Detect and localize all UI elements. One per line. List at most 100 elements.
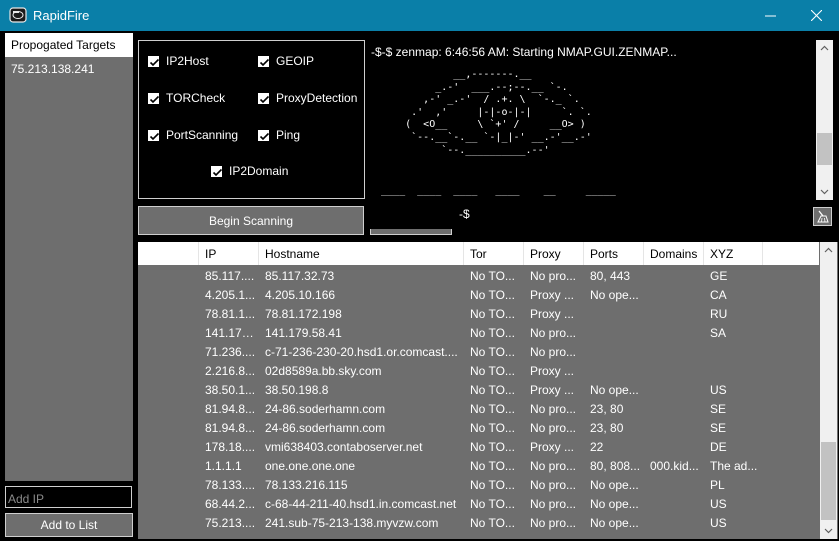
cell-ip[interactable]: 4.205.1... (205, 288, 257, 302)
cell-ip[interactable]: 178.18.... (205, 440, 257, 454)
table-row[interactable]: 71.236.... c-71-236-230-20.hsd1.or.comcas… (138, 343, 819, 362)
ip2domain-checkbox[interactable] (211, 165, 223, 177)
cell-hostname[interactable]: 241.sub-75-213-138.myvzw.com (265, 516, 460, 530)
ip2host-checkbox[interactable] (148, 55, 160, 67)
cell-hostname[interactable]: 4.205.10.166 (265, 288, 460, 302)
torcheck-option[interactable]: TORCheck (148, 91, 225, 105)
cell-ports[interactable]: No ope... (590, 478, 642, 492)
cell-xyz[interactable]: PL (710, 478, 760, 492)
cell-xyz[interactable]: GE (710, 269, 760, 283)
geoip-checkbox[interactable] (258, 55, 270, 67)
cell-hostname[interactable]: c-71-236-230-20.hsd1.or.comcast.... (265, 345, 460, 359)
scroll-up-icon[interactable] (824, 246, 833, 255)
cell-proxy[interactable]: No pro... (530, 421, 582, 435)
target-list-item[interactable]: 75.213.138.241 (11, 62, 94, 76)
cell-proxy[interactable]: No pro... (530, 345, 582, 359)
torcheck-checkbox[interactable] (148, 92, 160, 104)
ip2host-option[interactable]: IP2Host (148, 54, 209, 68)
cell-hostname[interactable]: c-68-44-211-40.hsd1.in.comcast.net (265, 497, 460, 511)
cell-proxy[interactable]: No pro... (530, 402, 582, 416)
column-header-xyz[interactable]: XYZ (704, 242, 763, 265)
cell-proxy[interactable]: Proxy ... (530, 440, 582, 454)
cell-tor[interactable]: No TO... (470, 497, 522, 511)
cell-proxy[interactable]: No pro... (530, 478, 582, 492)
table-row[interactable]: 75.213.... 241.sub-75-213-138.myvzw.com No… (138, 514, 819, 533)
cell-xyz[interactable]: US (710, 383, 760, 397)
cell-tor[interactable]: No TO... (470, 326, 522, 340)
cell-tor[interactable]: No TO... (470, 383, 522, 397)
cell-tor[interactable]: No TO... (470, 307, 522, 321)
cell-proxy[interactable]: No pro... (530, 269, 582, 283)
table-scroll-thumb[interactable] (821, 442, 836, 520)
cell-proxy[interactable]: Proxy ... (530, 383, 582, 397)
cell-xyz[interactable]: SA (710, 326, 760, 340)
cell-ip[interactable]: 141.179.... (205, 326, 257, 340)
cell-ip[interactable]: 78.81.1... (205, 307, 257, 321)
cell-tor[interactable]: No TO... (470, 459, 522, 473)
cell-hostname[interactable]: 24-86.soderhamn.com (265, 421, 460, 435)
cell-ports[interactable]: 23, 80 (590, 402, 642, 416)
cell-proxy[interactable]: Proxy ... (530, 307, 582, 321)
clear-terminal-button[interactable] (813, 207, 832, 226)
table-row[interactable]: 81.94.8... 24-86.soderhamn.com No TO... No … (138, 400, 819, 419)
ping-checkbox[interactable] (258, 129, 270, 141)
column-header-tor[interactable]: Tor (464, 242, 524, 265)
cell-ports[interactable]: 80, 443 (590, 269, 642, 283)
scroll-down-icon[interactable] (820, 187, 829, 196)
cell-ip[interactable]: 38.50.1... (205, 383, 257, 397)
cell-ports[interactable]: No ope... (590, 516, 642, 530)
scroll-up-icon[interactable] (820, 44, 829, 53)
cell-xyz[interactable]: SE (710, 402, 760, 416)
add-to-list-button[interactable]: Add to List (5, 513, 133, 537)
cell-proxy[interactable]: Proxy ... (530, 288, 582, 302)
cell-ip[interactable]: 71.236.... (205, 345, 257, 359)
cell-hostname[interactable]: 141.179.58.41 (265, 326, 460, 340)
table-row[interactable]: 68.44.2... c-68-44-211-40.hsd1.in.comcast… (138, 495, 819, 514)
table-scrollbar[interactable] (820, 242, 837, 539)
column-header-ports[interactable]: Ports (584, 242, 644, 265)
proxydetection-option[interactable]: ProxyDetection (258, 91, 357, 105)
cell-xyz[interactable]: US (710, 497, 760, 511)
ip2domain-option[interactable]: IP2Domain (211, 164, 288, 178)
cell-tor[interactable]: No TO... (470, 516, 522, 530)
cell-xyz[interactable]: The ad... (710, 459, 760, 473)
cell-ip[interactable]: 1.1.1.1 (205, 459, 257, 473)
cell-xyz[interactable]: CA (710, 288, 760, 302)
cell-hostname[interactable]: one.one.one.one (265, 459, 460, 473)
cell-tor[interactable]: No TO... (470, 421, 522, 435)
cell-ip[interactable]: 75.213.... (205, 516, 257, 530)
cell-ports[interactable]: 80, 808... (590, 459, 642, 473)
cell-ports[interactable]: 23, 80 (590, 421, 642, 435)
cell-hostname[interactable]: 78.133.216.115 (265, 478, 460, 492)
cell-hostname[interactable]: 24-86.soderhamn.com (265, 402, 460, 416)
cell-tor[interactable]: No TO... (470, 440, 522, 454)
cell-xyz[interactable]: US (710, 516, 760, 530)
geoip-option[interactable]: GEOIP (258, 54, 314, 68)
table-row[interactable]: 85.117.... 85.117.32.73 No TO... No pro... 8… (138, 267, 819, 286)
cell-domains[interactable]: 000.kid... (650, 459, 702, 473)
cell-proxy[interactable]: No pro... (530, 459, 582, 473)
cell-ip[interactable]: 85.117.... (205, 269, 257, 283)
cell-xyz[interactable]: RU (710, 307, 760, 321)
cell-ip[interactable]: 81.94.8... (205, 402, 257, 416)
cell-proxy[interactable]: No pro... (530, 497, 582, 511)
cell-proxy[interactable]: No pro... (530, 326, 582, 340)
cell-ip[interactable]: 78.133.... (205, 478, 257, 492)
table-row[interactable]: 4.205.1... 4.205.10.166 No TO... Proxy ... N… (138, 286, 819, 305)
column-header-hostname[interactable]: Hostname (259, 242, 464, 265)
terminal-output[interactable]: -$-$ zenmap: 6:46:56 AM: Starting NMAP.G… (369, 39, 815, 229)
proxydetection-checkbox[interactable] (258, 92, 270, 104)
column-header-ip[interactable]: IP (199, 242, 259, 265)
cell-ports[interactable]: No ope... (590, 383, 642, 397)
close-button[interactable] (793, 0, 839, 31)
maximize-button[interactable] (750, 0, 796, 31)
ping-option[interactable]: Ping (258, 128, 300, 142)
cell-xyz[interactable]: DE (710, 440, 760, 454)
table-row[interactable]: 81.94.8... 24-86.soderhamn.com No TO... No … (138, 419, 819, 438)
cell-tor[interactable]: No TO... (470, 269, 522, 283)
cell-proxy[interactable]: No pro... (530, 516, 582, 530)
terminal-scroll-thumb[interactable] (817, 133, 832, 165)
cell-ports[interactable]: No ope... (590, 497, 642, 511)
begin-scanning-button[interactable]: Begin Scanning (138, 206, 364, 235)
cell-ports[interactable]: No ope... (590, 288, 642, 302)
